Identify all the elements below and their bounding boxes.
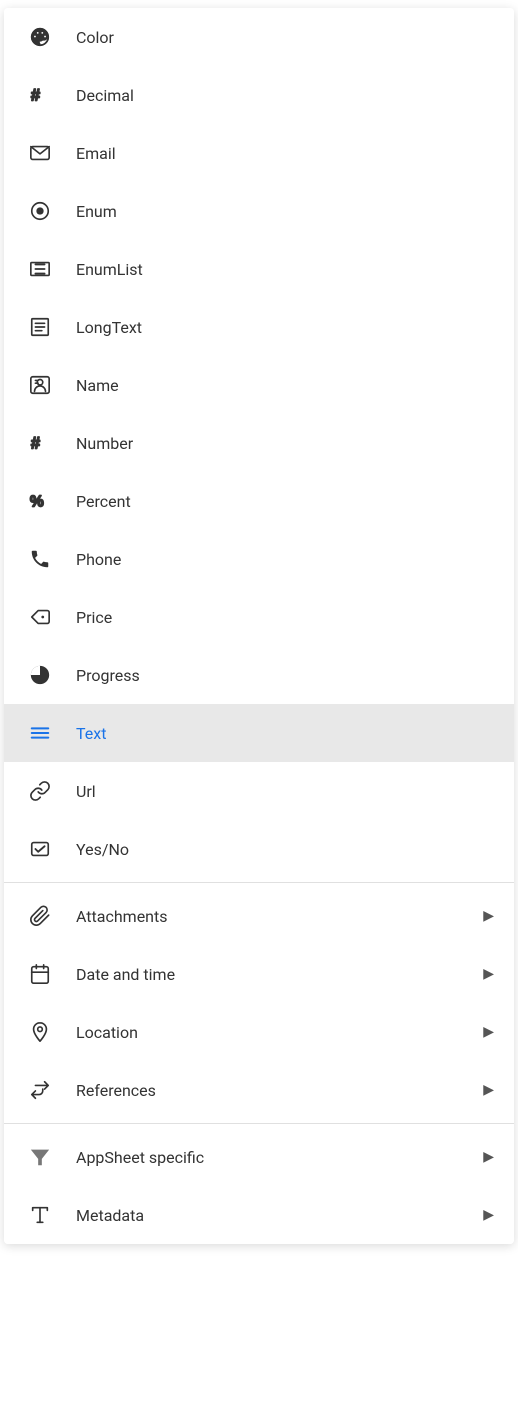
menu-item-price[interactable]: Price [4,588,514,646]
percent-icon: % [24,485,56,517]
divider-2 [4,1123,514,1124]
appsheet-icon [24,1141,56,1173]
menu-item-phone-label: Phone [76,550,494,569]
references-icon [24,1074,56,1106]
name-icon [24,369,56,401]
divider-1 [4,882,514,883]
color-icon [24,21,56,53]
menu-item-references-label: References [76,1081,483,1100]
menu-item-number[interactable]: # Number [4,414,514,472]
menu-item-longtext-label: LongText [76,318,494,337]
menu-item-enum[interactable]: Enum [4,182,514,240]
decimal-icon: # [24,79,56,111]
menu-item-enumlist[interactable]: EnumList [4,240,514,298]
phone-icon [24,543,56,575]
attachments-icon [24,900,56,932]
menu-item-name-label: Name [76,376,494,395]
longtext-icon [24,311,56,343]
menu-item-progress-label: Progress [76,666,494,685]
datetime-arrow: ▶ [483,966,494,982]
menu-item-text[interactable]: Text [4,704,514,762]
menu-item-url-label: Url [76,782,494,801]
menu-container: Color # Decimal Email Enum [4,8,514,1244]
svg-text:#: # [31,435,40,453]
menu-item-progress[interactable]: Progress [4,646,514,704]
menu-item-appsheet-label: AppSheet specific [76,1148,483,1167]
menu-item-location-label: Location [76,1023,483,1042]
svg-text:%: % [30,494,44,511]
menu-item-yesno[interactable]: Yes/No [4,820,514,878]
menu-item-references[interactable]: References ▶ [4,1061,514,1119]
menu-item-enum-label: Enum [76,202,494,221]
menu-item-number-label: Number [76,434,494,453]
menu-item-url[interactable]: Url [4,762,514,820]
menu-item-percent[interactable]: % Percent [4,472,514,530]
menu-item-name[interactable]: Name [4,356,514,414]
references-arrow: ▶ [483,1082,494,1098]
enumlist-icon [24,253,56,285]
menu-item-metadata-label: Metadata [76,1206,483,1225]
menu-item-enumlist-label: EnumList [76,260,494,279]
menu-item-datetime-label: Date and time [76,965,483,984]
yesno-icon [24,833,56,865]
menu-item-location[interactable]: Location ▶ [4,1003,514,1061]
number-icon: # [24,427,56,459]
metadata-icon [24,1199,56,1231]
menu-item-color-label: Color [76,28,494,47]
enum-icon [24,195,56,227]
location-arrow: ▶ [483,1024,494,1040]
menu-item-text-label: Text [76,724,494,743]
progress-icon [24,659,56,691]
menu-item-attachments[interactable]: Attachments ▶ [4,887,514,945]
menu-item-appsheet[interactable]: AppSheet specific ▶ [4,1128,514,1186]
text-icon [24,717,56,749]
menu-item-metadata[interactable]: Metadata ▶ [4,1186,514,1244]
datetime-icon [24,958,56,990]
menu-item-percent-label: Percent [76,492,494,511]
attachments-arrow: ▶ [483,908,494,924]
menu-item-email-label: Email [76,144,494,163]
menu-item-email[interactable]: Email [4,124,514,182]
menu-item-decimal[interactable]: # Decimal [4,66,514,124]
menu-item-attachments-label: Attachments [76,907,483,926]
url-icon [24,775,56,807]
metadata-arrow: ▶ [483,1207,494,1223]
appsheet-arrow: ▶ [483,1149,494,1165]
location-icon [24,1016,56,1048]
menu-item-price-label: Price [76,608,494,627]
price-icon [24,601,56,633]
menu-item-color[interactable]: Color [4,8,514,66]
menu-item-phone[interactable]: Phone [4,530,514,588]
menu-item-longtext[interactable]: LongText [4,298,514,356]
menu-item-decimal-label: Decimal [76,86,494,105]
menu-item-datetime[interactable]: Date and time ▶ [4,945,514,1003]
svg-text:#: # [31,87,40,105]
email-icon [24,137,56,169]
menu-item-yesno-label: Yes/No [76,840,494,859]
